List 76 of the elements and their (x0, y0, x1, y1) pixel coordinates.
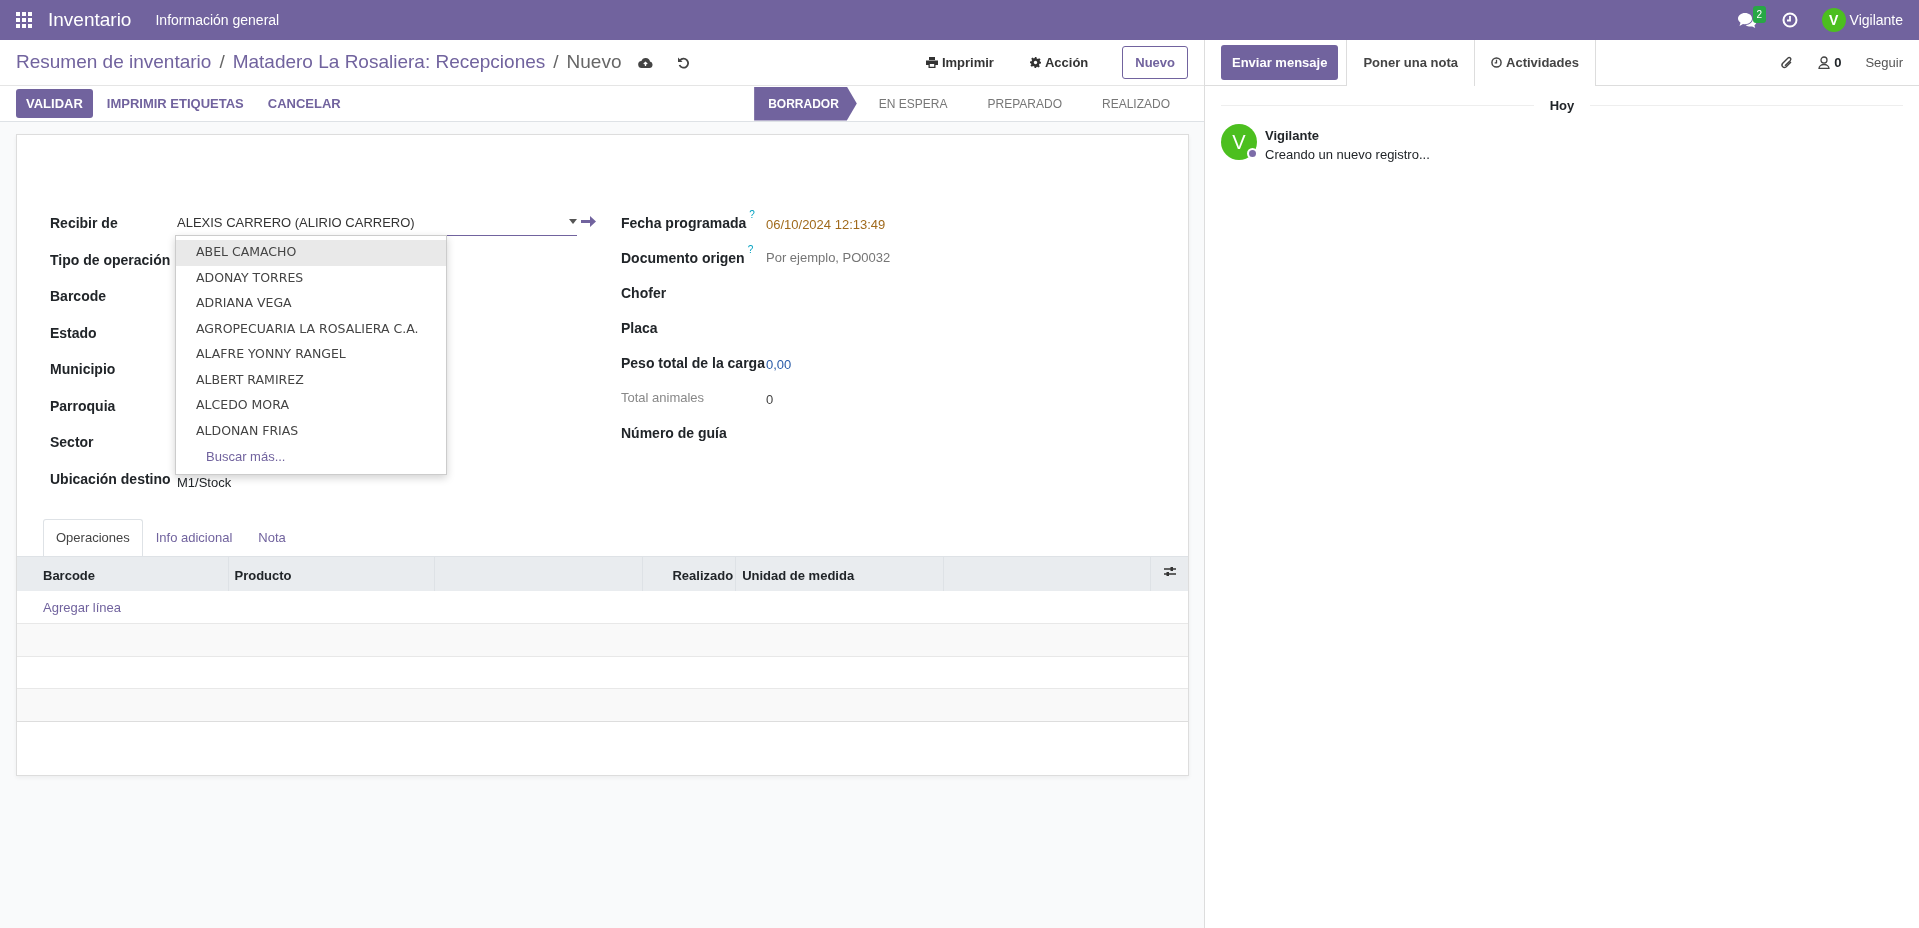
person-icon[interactable] (1818, 56, 1831, 69)
gear-icon (1029, 57, 1041, 68)
message-author: Vigilante (1265, 126, 1320, 145)
field-value[interactable]: 06/10/2024 12:13:49 (766, 213, 886, 235)
dropdown-option[interactable]: ALAFRE YONNY RANGEL (176, 342, 446, 368)
clock-icon[interactable] (1781, 12, 1798, 28)
breadcrumb-link[interactable]: Matadero La Rosaliera: Recepciones (232, 48, 546, 77)
field-label: Placa (621, 319, 658, 338)
action-button[interactable]: IMPRIMIR ETIQUETAS (96, 88, 254, 119)
send-message-button[interactable]: Enviar mensaje (1221, 44, 1339, 81)
field-label: Total animales (621, 389, 705, 407)
form-tab[interactable]: Operaciones (43, 519, 143, 556)
action-button[interactable]: CANCELAR (257, 88, 351, 119)
help-icon[interactable]: ? (749, 210, 755, 220)
field-label: Barcode (50, 287, 108, 306)
dropdown-option[interactable]: ALCEDO MORA (176, 393, 446, 419)
field-label: Estado (50, 323, 98, 343)
action-menu-button[interactable]: Acción (1019, 47, 1099, 78)
followers-count[interactable]: 0 (1834, 52, 1842, 73)
field-value: M1/Stock (177, 473, 232, 492)
column-header[interactable]: Barcode (17, 556, 229, 591)
new-button[interactable]: Nuevo (1122, 45, 1188, 80)
field-label: Parroquia (50, 396, 117, 416)
field-label: Sector (50, 433, 95, 452)
clock-icon (1491, 57, 1502, 68)
breadcrumb-separator: / (553, 50, 559, 75)
dropdown-option[interactable]: ADONAY TORRES (176, 265, 446, 291)
field-label: Recibir de (50, 214, 119, 233)
follow-link[interactable]: Seguir (1865, 52, 1903, 73)
column-header[interactable]: Unidad de medida (736, 556, 944, 591)
field-label: Fecha programada (621, 214, 747, 233)
help-icon[interactable]: ? (747, 245, 754, 255)
printer-icon (925, 57, 938, 68)
field-label: Tipo de operación (50, 250, 172, 270)
message-body: Creando un nuevo registro... (1265, 146, 1430, 164)
record-title: Nuevo (566, 50, 622, 75)
apps-grid-icon[interactable] (16, 12, 32, 28)
paperclip-icon[interactable] (1780, 54, 1795, 71)
field-label: Ubicación destino (50, 469, 172, 489)
dropdown-option[interactable]: ADRIANA VEGA (176, 291, 446, 317)
breadcrumb-link[interactable]: Resumen de inventario (16, 48, 212, 77)
action-button[interactable]: VALIDAR (16, 88, 93, 119)
add-line-link[interactable]: Agregar línea (43, 599, 122, 615)
breadcrumb-separator: / (219, 50, 225, 75)
dropdown-option[interactable]: ALBERT RAMIREZ (176, 367, 446, 393)
status-dot (1247, 147, 1258, 159)
chatter-tab[interactable]: Actividades (1475, 39, 1596, 86)
column-settings-icon[interactable] (1163, 565, 1176, 577)
field-label: Chofer (621, 284, 667, 303)
field-value[interactable]: 0,00 (766, 353, 792, 375)
field-label: Número de guía (621, 424, 727, 443)
column-header[interactable]: Realizado (643, 556, 737, 591)
dropdown-option[interactable]: AGROPECUARIA LA ROSALIERA C.A. (176, 316, 446, 342)
column-header[interactable]: Producto (228, 556, 435, 591)
date-separator: Hoy (1548, 97, 1576, 115)
chat-icon[interactable] (1737, 11, 1758, 29)
form-tab[interactable]: Info adicional (142, 519, 246, 556)
dropdown-option[interactable]: ALDONAN FRIAS (176, 418, 446, 444)
notification-count: 2 (1752, 5, 1767, 23)
cloud-upload-icon[interactable] (637, 56, 653, 69)
user-name[interactable]: Vigilante (1849, 9, 1903, 31)
caret-icon (569, 219, 577, 224)
menu-item[interactable]: Información general (155, 9, 280, 31)
arrow-right-icon[interactable] (581, 215, 596, 228)
chatter-tab[interactable]: Poner una nota (1346, 39, 1475, 86)
form-tab[interactable]: Nota (245, 519, 299, 556)
status-stage[interactable]: BORRADOR (754, 86, 857, 121)
search-more-link[interactable]: Buscar más... (176, 444, 446, 470)
field-label: Peso total de la carga (621, 354, 765, 373)
field-label: Documento origen (621, 249, 745, 268)
undo-icon[interactable] (676, 56, 690, 69)
field-label: Municipio (50, 360, 117, 379)
field-value: 0 (766, 391, 774, 409)
action-menu-button[interactable]: Imprimir (915, 47, 1004, 78)
dropdown-option[interactable]: ABEL CAMACHO (176, 240, 446, 266)
app-name[interactable]: Inventario (48, 5, 132, 35)
